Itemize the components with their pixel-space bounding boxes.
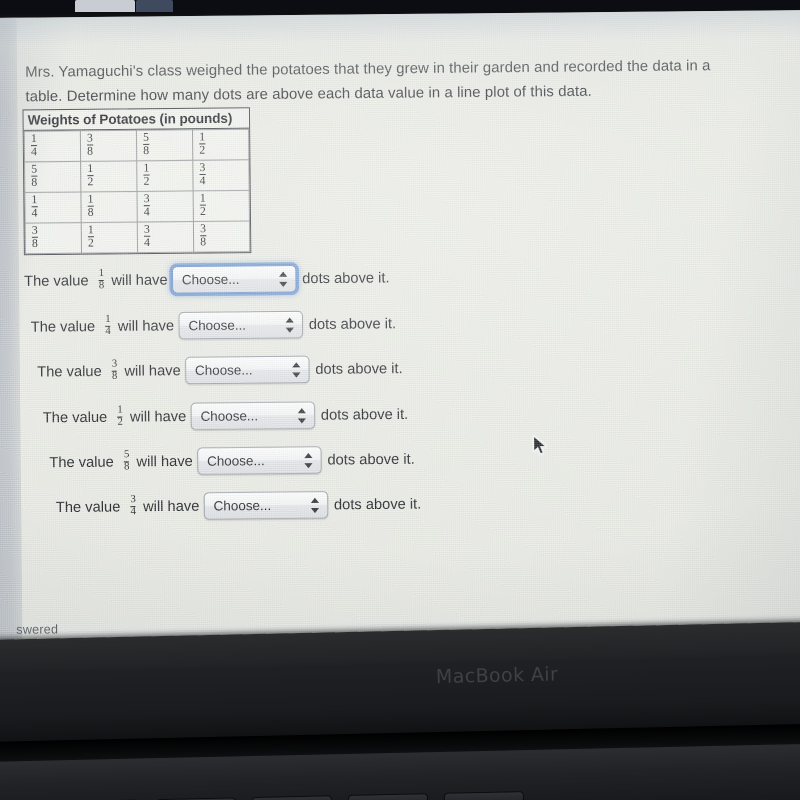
answer-row-lead-text: The value: [37, 363, 102, 381]
table-cell: 34: [137, 221, 194, 253]
stepper-arrows-icon: [278, 270, 288, 287]
table-cell-fraction: 14: [31, 193, 38, 220]
dots-count-select-3[interactable]: Choose...: [184, 355, 310, 385]
table-cell: 58: [24, 161, 81, 193]
select-value-label: Choose...: [188, 317, 247, 334]
keyboard-key: [252, 796, 332, 800]
answer-row-fraction: 34: [130, 494, 137, 519]
answer-row-6: The value 3 4 will have Choose... dots above …: [56, 490, 422, 521]
answer-row-fraction: 38: [111, 358, 118, 383]
table-cell-fraction: 12: [87, 223, 94, 250]
stepper-arrows-icon: [310, 496, 319, 513]
table-cell: 14: [24, 130, 81, 162]
table-cell-fraction: 38: [200, 222, 207, 249]
select-value-label: Choose...: [206, 452, 265, 469]
page-content: Mrs. Yamaguchi's class weighed the potat…: [16, 10, 800, 667]
answer-row-trail-text: dots above it.: [315, 360, 403, 378]
answer-row-mid-text: will have: [124, 362, 181, 380]
mouse-cursor-icon: [533, 434, 548, 455]
select-value-label: Choose...: [194, 362, 253, 379]
select-value-label: Choose...: [200, 408, 259, 424]
table-cell-fraction: 34: [143, 222, 151, 250]
table-cell: 12: [136, 160, 194, 192]
answer-row-4: The value 1 2 will have Choose... dots above …: [43, 401, 409, 432]
answer-row-mid-text: will have: [136, 453, 193, 470]
table-cell: 12: [193, 190, 250, 222]
answer-row-2: The value 1 4 will have Choose... dots above …: [31, 310, 397, 341]
table-cell-fraction: 34: [199, 161, 206, 188]
select-value-label: Choose...: [181, 271, 240, 288]
answer-row-trail-text: dots above it.: [308, 315, 397, 333]
answer-row-1: The value 1 8 will have Choose... dots above …: [24, 264, 390, 295]
answer-row-mid-text: will have: [142, 497, 200, 515]
status-label: swered: [16, 622, 59, 637]
answer-row-fraction: 18: [98, 268, 105, 293]
table-cell: 14: [24, 192, 82, 224]
table-row: 14 18 34 12: [24, 190, 250, 224]
dots-count-select-1[interactable]: Choose...: [171, 264, 297, 294]
answer-row-fraction: 58: [123, 449, 130, 474]
answer-row-lead-text: The value: [55, 498, 121, 516]
answer-row-trail-text: dots above it.: [320, 406, 409, 424]
answer-row-mid-text: will have: [117, 317, 175, 335]
answer-row-lead-text: The value: [24, 272, 89, 290]
stepper-arrows-icon: [291, 361, 301, 378]
table-cell: 12: [81, 222, 138, 254]
answer-row-trail-text: dots above it.: [327, 450, 415, 469]
table-cell: 18: [80, 191, 138, 223]
answer-row-trail-text: dots above it.: [302, 269, 390, 287]
laptop-screen: Mrs. Yamaguchi's class weighed the potat…: [0, 10, 800, 667]
answer-row-fraction: 14: [105, 313, 111, 338]
question-prompt: Mrs. Yamaguchi's class weighed the potat…: [25, 57, 711, 106]
stepper-arrows-icon: [297, 407, 306, 424]
table-cell: 38: [80, 130, 137, 162]
answer-row-trail-text: dots above it.: [333, 495, 422, 513]
table-cell-fraction: 12: [87, 162, 94, 189]
table-cell-fraction: 38: [31, 224, 38, 251]
answer-row-5: The value 5 8 will have Choose... dots above …: [49, 445, 415, 476]
table-cell: 34: [192, 159, 250, 191]
device-logo: MacBook Air: [435, 663, 559, 689]
dots-count-select-6[interactable]: Choose...: [203, 491, 328, 520]
answer-row-lead-text: The value: [30, 318, 96, 336]
answer-row-lead-text: The value: [42, 409, 108, 426]
select-value-label: Choose...: [213, 497, 272, 514]
answer-row-mid-text: will have: [129, 408, 187, 426]
keyboard-key: [348, 794, 428, 800]
table-cell: 38: [193, 220, 250, 253]
dots-count-select-5[interactable]: Choose...: [196, 446, 322, 475]
answer-row-fraction: 12: [117, 404, 123, 429]
stepper-arrows-icon: [285, 316, 294, 333]
table-cell-fraction: 34: [143, 192, 150, 219]
table-cell-fraction: 38: [86, 131, 94, 158]
laptop-photo: Mrs. Yamaguchi's class weighed the potat…: [0, 0, 800, 800]
dots-count-select-2[interactable]: Choose...: [178, 310, 303, 340]
table-cell-fraction: 12: [143, 161, 150, 188]
potato-weights-table: Weights of Potatoes (in pounds) 14 38 58 12…: [22, 107, 252, 256]
table-cell-fraction: 12: [199, 130, 206, 157]
table-row: 58 12 12 34: [24, 159, 250, 193]
table-cell: 12: [80, 160, 138, 193]
table-cell-fraction: 58: [143, 131, 150, 158]
table-cell-fraction: 18: [87, 192, 94, 219]
answer-row-lead-text: The value: [49, 453, 114, 471]
table-cell-fraction: 14: [30, 132, 37, 159]
table-cell: 38: [25, 222, 82, 254]
table-cell: 12: [192, 129, 249, 161]
dots-count-select-4[interactable]: Choose...: [190, 401, 315, 431]
table-cell-fraction: 12: [199, 191, 206, 218]
table-cell: 58: [136, 129, 193, 161]
table-cell-fraction: 58: [31, 162, 38, 189]
answer-row-mid-text: will have: [111, 271, 168, 289]
browser-tab-inactive[interactable]: [136, 0, 173, 12]
table-title: Weights of Potatoes (in pounds): [23, 108, 250, 131]
keyboard-key: [444, 792, 524, 800]
table-row: 38 12 34 38: [25, 220, 250, 254]
stepper-arrows-icon: [303, 451, 313, 468]
table-cell: 34: [137, 190, 194, 223]
table-row: 14 38 58 12: [24, 129, 249, 162]
answer-row-3: The value 3 8 will have Choose... dots above …: [37, 355, 403, 386]
browser-tab-active[interactable]: [75, 0, 135, 12]
